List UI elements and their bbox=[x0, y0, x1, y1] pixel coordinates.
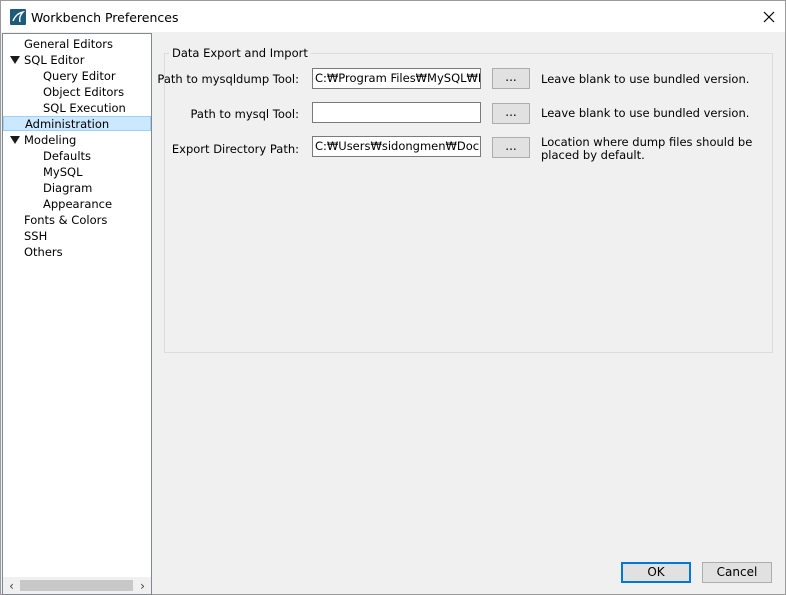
export-directory-browse-button[interactable]: ... bbox=[492, 137, 530, 158]
ok-button[interactable]: OK bbox=[621, 562, 691, 583]
mysql-browse-button[interactable]: ... bbox=[492, 103, 530, 124]
tree-item-others[interactable]: Others bbox=[24, 245, 63, 260]
close-button[interactable] bbox=[753, 1, 785, 32]
group-title: Data Export and Import bbox=[169, 46, 311, 60]
mysqldump-path-label: Path to mysqldump Tool: bbox=[157, 72, 299, 86]
tree-item-mysql[interactable]: MySQL bbox=[43, 165, 83, 180]
mysql-hint: Leave blank to use bundled version. bbox=[541, 106, 750, 120]
tree-item-sql-editor[interactable]: SQL Editor bbox=[24, 53, 84, 68]
mysql-path-input[interactable] bbox=[312, 102, 481, 123]
horizontal-scrollbar[interactable]: ‹ › bbox=[3, 577, 151, 594]
mysqldump-path-input[interactable]: C:₩Program Files₩MySQL₩MySQL Workbench 8… bbox=[312, 68, 481, 89]
export-directory-hint: Location where dump files should be plac… bbox=[541, 135, 753, 162]
export-directory-input[interactable]: C:₩Users₩sidongmen₩Documents₩dumps bbox=[312, 136, 481, 157]
cancel-button[interactable]: Cancel bbox=[702, 562, 772, 583]
close-icon bbox=[763, 11, 775, 22]
export-directory-label: Export Directory Path: bbox=[171, 142, 299, 156]
title-bar: Workbench Preferences bbox=[1, 1, 785, 32]
scroll-left-icon[interactable]: ‹ bbox=[3, 577, 20, 594]
data-export-import-group bbox=[164, 53, 773, 353]
mysqldump-hint: Leave blank to use bundled version. bbox=[541, 72, 750, 86]
expand-arrow-icon[interactable] bbox=[10, 56, 20, 64]
tree-item-ssh[interactable]: SSH bbox=[24, 229, 47, 244]
tree-item-fonts-colors[interactable]: Fonts & Colors bbox=[24, 213, 107, 228]
mysqldump-browse-button[interactable]: ... bbox=[492, 68, 530, 89]
preferences-window: Workbench Preferences General Editors SQ… bbox=[0, 0, 786, 595]
tree-item-object-editors[interactable]: Object Editors bbox=[43, 85, 124, 100]
tree-item-diagram[interactable]: Diagram bbox=[43, 181, 92, 196]
tree-item-appearance[interactable]: Appearance bbox=[43, 197, 112, 212]
window-title: Workbench Preferences bbox=[31, 10, 179, 25]
mysql-path-label: Path to mysql Tool: bbox=[190, 107, 299, 121]
scrollbar-thumb[interactable] bbox=[20, 580, 133, 591]
mysql-workbench-logo-icon bbox=[10, 9, 26, 25]
scroll-right-icon[interactable]: › bbox=[134, 577, 151, 594]
tree-item-general-editors[interactable]: General Editors bbox=[24, 37, 113, 52]
